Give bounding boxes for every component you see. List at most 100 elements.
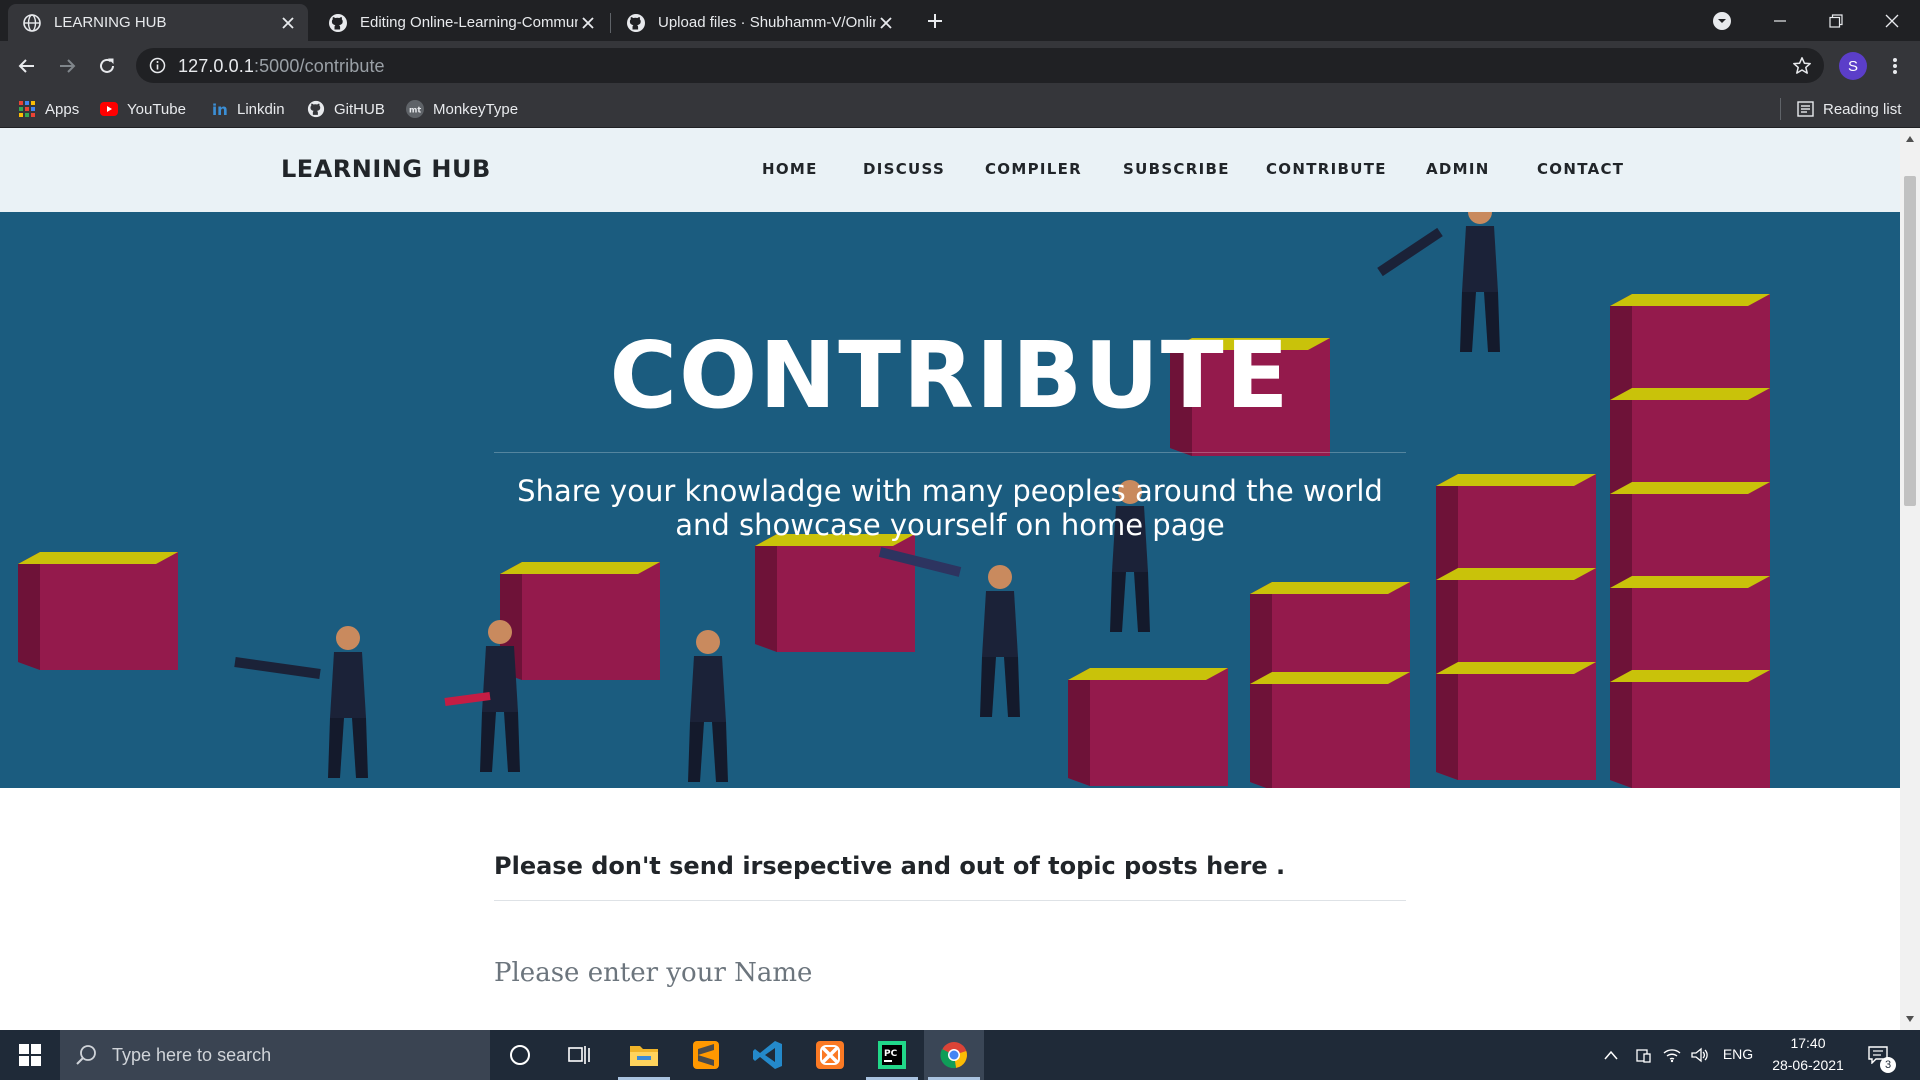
back-button[interactable] bbox=[12, 51, 42, 81]
minimize-button[interactable] bbox=[1752, 0, 1808, 41]
close-icon bbox=[1885, 14, 1899, 27]
start-button[interactable] bbox=[0, 1030, 60, 1080]
nav-contact[interactable]: CONTACT bbox=[1537, 160, 1624, 178]
page-scrollbar[interactable] bbox=[1900, 128, 1920, 1030]
nav-home[interactable]: HOME bbox=[762, 160, 818, 178]
windows-logo-icon bbox=[19, 1044, 41, 1066]
chevron-down-circle-icon bbox=[1713, 11, 1731, 30]
github-icon bbox=[329, 13, 347, 32]
wifi-icon[interactable] bbox=[1662, 1045, 1682, 1065]
reload-icon bbox=[100, 58, 114, 73]
bookmark-label: Apps bbox=[45, 100, 80, 118]
pycharm-icon: PC bbox=[878, 1041, 906, 1069]
tab-title: Upload files · Shubhamm-V/Onlin bbox=[658, 14, 876, 31]
profile-avatar[interactable]: S bbox=[1839, 52, 1867, 80]
nav-admin[interactable]: ADMIN bbox=[1426, 160, 1490, 178]
bookmarks-divider bbox=[1780, 98, 1781, 120]
taskbar-search[interactable]: Type here to search bbox=[60, 1030, 490, 1080]
bookmark-linkedin[interactable]: in Linkdin bbox=[210, 97, 285, 121]
scrollbar-thumb[interactable] bbox=[1904, 176, 1916, 506]
reading-list-label: Reading list bbox=[1823, 100, 1902, 118]
address-bar[interactable]: 127.0.0.1:5000/contribute bbox=[136, 48, 1824, 83]
url-path: :5000/contribute bbox=[253, 56, 385, 76]
language-indicator[interactable]: ENG bbox=[1720, 1046, 1756, 1062]
nav-compiler[interactable]: COMPILER bbox=[985, 160, 1082, 178]
close-window-button[interactable] bbox=[1864, 0, 1920, 41]
nav-discuss[interactable]: DISCUSS bbox=[863, 160, 945, 178]
nav-contribute[interactable]: CONTRIBUTE bbox=[1266, 160, 1387, 178]
monkeytype-icon: mt bbox=[406, 100, 424, 118]
linkedin-icon: in bbox=[210, 100, 228, 118]
bookmark-label: Linkdin bbox=[237, 100, 285, 118]
tab-title: LEARNING HUB bbox=[54, 14, 167, 31]
tray-device-icon[interactable] bbox=[1633, 1045, 1653, 1065]
arrow-right-icon bbox=[60, 59, 76, 73]
bookmark-star-icon[interactable] bbox=[1792, 56, 1812, 76]
tab-upload-files[interactable]: Upload files · Shubhamm-V/Onlin bbox=[612, 4, 906, 41]
reload-button[interactable] bbox=[92, 51, 122, 81]
info-icon[interactable] bbox=[149, 57, 166, 74]
plus-icon bbox=[928, 14, 942, 28]
name-input[interactable] bbox=[494, 948, 1406, 998]
tab-divider bbox=[610, 13, 611, 33]
bookmark-label: GitHUB bbox=[334, 100, 385, 118]
chrome-menu-button[interactable] bbox=[1880, 51, 1910, 81]
volume-icon[interactable] bbox=[1690, 1045, 1710, 1065]
github-icon bbox=[627, 13, 645, 32]
bookmark-github[interactable]: GitHUB bbox=[307, 97, 385, 121]
close-tab-icon[interactable] bbox=[278, 13, 298, 33]
file-explorer-button[interactable] bbox=[614, 1030, 674, 1080]
cortana-icon bbox=[510, 1045, 530, 1065]
youtube-icon bbox=[100, 100, 118, 118]
site-brand[interactable]: LEARNING HUB bbox=[281, 155, 491, 183]
posting-notice: Please don't send irsepective and out of… bbox=[494, 852, 1286, 880]
chrome-icon bbox=[940, 1042, 967, 1069]
new-tab-button[interactable] bbox=[922, 8, 948, 34]
url-text[interactable]: 127.0.0.1:5000/contribute bbox=[178, 56, 385, 77]
tab-learning-hub[interactable]: LEARNING HUB bbox=[8, 4, 308, 41]
search-icon bbox=[76, 1045, 96, 1065]
hero-title: CONTRIBUTE bbox=[609, 322, 1291, 429]
bookmark-monkeytype[interactable]: mt MonkeyType bbox=[406, 97, 518, 121]
bookmark-youtube[interactable]: YouTube bbox=[100, 97, 186, 121]
site-navbar: LEARNING HUB HOME DISCUSS COMPILER SUBSC… bbox=[0, 128, 1900, 212]
task-view-icon bbox=[568, 1046, 590, 1064]
scroll-down-arrow-icon[interactable] bbox=[1905, 1014, 1915, 1024]
svg-text:PC: PC bbox=[884, 1049, 898, 1059]
pycharm-button[interactable]: PC bbox=[862, 1030, 922, 1080]
hero-subtitle: Share your knowladge with many peoples a… bbox=[517, 474, 1383, 542]
browser-toolbar: 127.0.0.1:5000/contribute S bbox=[0, 41, 1920, 90]
bookmark-apps[interactable]: Apps bbox=[18, 97, 79, 121]
vscode-icon bbox=[753, 1041, 782, 1069]
vscode-button[interactable] bbox=[738, 1030, 798, 1080]
clock-time[interactable]: 17:40 bbox=[1764, 1035, 1852, 1051]
scroll-up-arrow-icon[interactable] bbox=[1905, 134, 1915, 144]
xampp-button[interactable] bbox=[800, 1030, 860, 1080]
search-placeholder: Type here to search bbox=[112, 1044, 272, 1065]
restore-icon bbox=[1829, 13, 1843, 28]
clock-date[interactable]: 28-06-2021 bbox=[1764, 1057, 1852, 1073]
tab-search-button[interactable] bbox=[1696, 0, 1748, 41]
task-view-button[interactable] bbox=[550, 1030, 610, 1080]
close-tab-icon[interactable] bbox=[578, 13, 598, 33]
apps-grid-icon bbox=[18, 100, 36, 118]
forward-button[interactable] bbox=[52, 51, 82, 81]
reading-list-button[interactable]: Reading list bbox=[1796, 97, 1901, 121]
tab-editing-github[interactable]: Editing Online-Learning-Commun bbox=[314, 4, 608, 41]
svg-text:in: in bbox=[212, 101, 227, 117]
file-explorer-icon bbox=[630, 1046, 658, 1066]
sublime-text-button[interactable] bbox=[676, 1030, 736, 1080]
bookmark-label: MonkeyType bbox=[433, 100, 519, 118]
tray-chevron-up-icon[interactable] bbox=[1601, 1045, 1621, 1065]
chrome-button[interactable] bbox=[924, 1030, 984, 1080]
tab-title: Editing Online-Learning-Commun bbox=[360, 14, 578, 31]
xampp-icon bbox=[816, 1041, 844, 1069]
cortana-button[interactable] bbox=[490, 1030, 550, 1080]
globe-icon bbox=[23, 13, 41, 32]
notification-count-badge: 3 bbox=[1880, 1057, 1896, 1073]
close-tab-icon[interactable] bbox=[876, 13, 896, 33]
restore-button[interactable] bbox=[1808, 0, 1864, 41]
nav-subscribe[interactable]: SUBSCRIBE bbox=[1123, 160, 1230, 178]
url-host: 127.0.0.1 bbox=[178, 56, 254, 76]
reading-list-icon bbox=[1796, 100, 1814, 118]
